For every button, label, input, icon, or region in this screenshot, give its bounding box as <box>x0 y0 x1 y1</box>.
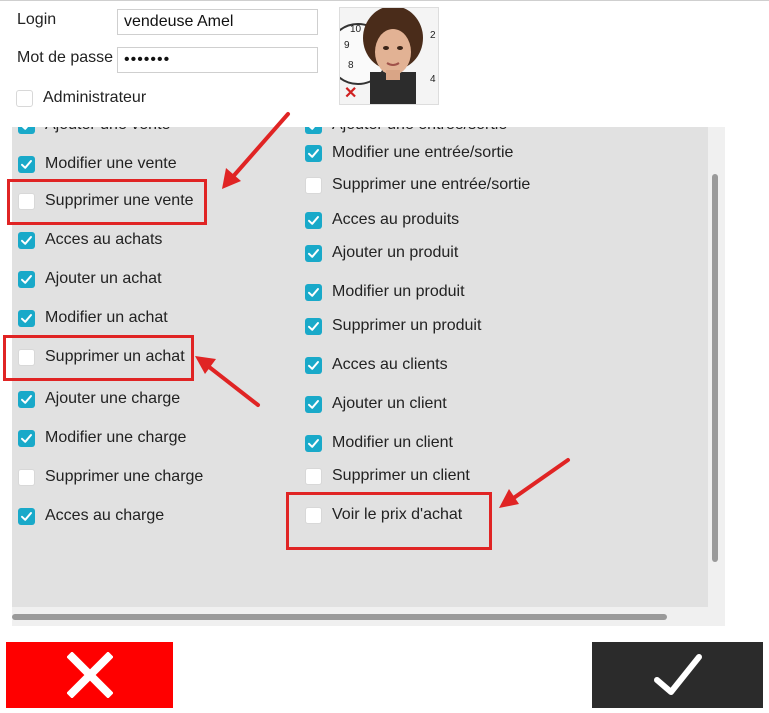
permission-checkbox[interactable] <box>305 127 322 134</box>
svg-text:4: 4 <box>430 74 436 85</box>
permission-supprimer-un-produit[interactable]: Supprimer un produit <box>305 317 481 335</box>
user-photo[interactable]: 10 9 8 4 2 ✕ <box>339 7 439 105</box>
permission-checkbox[interactable] <box>305 176 322 194</box>
admin-label: Administrateur <box>43 89 147 106</box>
permission-label: Supprimer un client <box>332 467 470 484</box>
permission-ajouter-un-client[interactable]: Ajouter un client <box>305 395 447 413</box>
permission-label: Acces au produits <box>332 211 460 228</box>
svg-text:2: 2 <box>430 30 436 41</box>
permission-label: Ajouter un client <box>332 395 447 412</box>
permission-acces-au-achats[interactable]: Acces au achats <box>18 231 162 249</box>
password-input[interactable] <box>117 47 318 73</box>
permission-label: Modifier un achat <box>45 309 168 326</box>
permission-label: Ajouter une entrée/sortie <box>332 127 507 134</box>
login-label: Login <box>17 11 57 28</box>
admin-checkbox[interactable] <box>16 89 33 107</box>
permission-label: Ajouter une charge <box>45 390 181 407</box>
svg-text:10: 10 <box>350 24 362 35</box>
permission-acces-au-charge[interactable]: Acces au charge <box>18 507 164 525</box>
svg-text:9: 9 <box>344 40 350 51</box>
confirm-button[interactable] <box>592 642 763 708</box>
cancel-button[interactable] <box>6 642 173 708</box>
permission-label: Modifier un produit <box>332 283 465 300</box>
permission-checkbox[interactable] <box>305 395 322 413</box>
permission-ajouter-un-achat[interactable]: Ajouter un achat <box>18 270 162 288</box>
permission-ajouter-une-vente[interactable]: Ajouter une vente <box>18 127 170 134</box>
permission-checkbox[interactable] <box>18 270 35 288</box>
permission-checkbox[interactable] <box>305 211 322 229</box>
permission-label: Modifier un client <box>332 434 453 451</box>
permission-checkbox[interactable] <box>18 155 35 173</box>
permission-checkbox[interactable] <box>305 317 322 335</box>
permission-label: Acces au clients <box>332 356 448 373</box>
permission-checkbox[interactable] <box>305 467 322 485</box>
permission-checkbox[interactable] <box>18 429 35 447</box>
permission-ajouter-une-charge[interactable]: Ajouter une charge <box>18 390 180 408</box>
permission-ajouter-une-entree-sortie[interactable]: Ajouter une entrée/sortie <box>305 127 507 134</box>
login-input[interactable] <box>117 9 318 35</box>
permission-supprimer-une-charge[interactable]: Supprimer une charge <box>18 468 203 486</box>
delete-photo-icon[interactable]: ✕ <box>344 86 357 102</box>
highlight-box-supprimer-achat <box>3 335 194 381</box>
permission-label: Modifier une entrée/sortie <box>332 144 514 161</box>
permission-label: Acces au charge <box>45 507 165 524</box>
permission-checkbox[interactable] <box>305 434 322 452</box>
permission-checkbox[interactable] <box>305 244 322 262</box>
permission-label: Supprimer un produit <box>332 317 482 334</box>
permission-label: Modifier une charge <box>45 429 187 446</box>
permission-checkbox[interactable] <box>18 127 35 134</box>
permission-label: Supprimer une charge <box>45 468 204 485</box>
permission-modifier-une-vente[interactable]: Modifier une vente <box>18 155 177 173</box>
permission-modifier-un-client[interactable]: Modifier un client <box>305 434 453 452</box>
highlight-box-voir-prix-achat <box>286 492 492 550</box>
top-divider <box>0 0 769 1</box>
permission-label: Modifier une vente <box>45 155 177 172</box>
vertical-scrollbar-thumb[interactable] <box>712 174 718 562</box>
permission-label: Acces au achats <box>45 231 163 248</box>
permission-acces-au-produits[interactable]: Acces au produits <box>305 211 459 229</box>
permission-checkbox[interactable] <box>305 283 322 301</box>
permission-ajouter-un-produit[interactable]: Ajouter un produit <box>305 244 458 262</box>
permission-label: Supprimer une entrée/sortie <box>332 176 531 193</box>
permission-checkbox[interactable] <box>18 390 35 408</box>
permission-modifier-un-produit[interactable]: Modifier un produit <box>305 283 465 301</box>
permission-checkbox[interactable] <box>18 309 35 327</box>
permission-supprimer-une-entree-sortie[interactable]: Supprimer une entrée/sortie <box>305 176 530 194</box>
permission-checkbox[interactable] <box>18 231 35 249</box>
password-label: Mot de passe <box>17 49 114 66</box>
permission-supprimer-un-client[interactable]: Supprimer un client <box>305 467 470 485</box>
permission-acces-au-clients[interactable]: Acces au clients <box>305 356 448 374</box>
svg-text:8: 8 <box>348 60 354 71</box>
permission-label: Ajouter un produit <box>332 244 459 261</box>
close-icon <box>66 652 113 698</box>
permission-modifier-un-achat[interactable]: Modifier un achat <box>18 309 168 327</box>
permission-label: Ajouter un achat <box>45 270 162 287</box>
permission-checkbox[interactable] <box>18 507 35 525</box>
permission-checkbox[interactable] <box>18 468 35 486</box>
permission-checkbox[interactable] <box>305 356 322 374</box>
permission-checkbox[interactable] <box>305 144 322 162</box>
permission-label: Ajouter une vente <box>45 127 170 134</box>
admin-checkbox-row[interactable]: Administrateur <box>16 89 146 107</box>
checkmark-icon <box>653 654 702 695</box>
highlight-box-supprimer-vente <box>7 179 207 225</box>
horizontal-scrollbar-thumb[interactable] <box>12 614 667 620</box>
permission-modifier-une-entree-sortie[interactable]: Modifier une entrée/sortie <box>305 144 513 162</box>
permission-modifier-une-charge[interactable]: Modifier une charge <box>18 429 186 447</box>
